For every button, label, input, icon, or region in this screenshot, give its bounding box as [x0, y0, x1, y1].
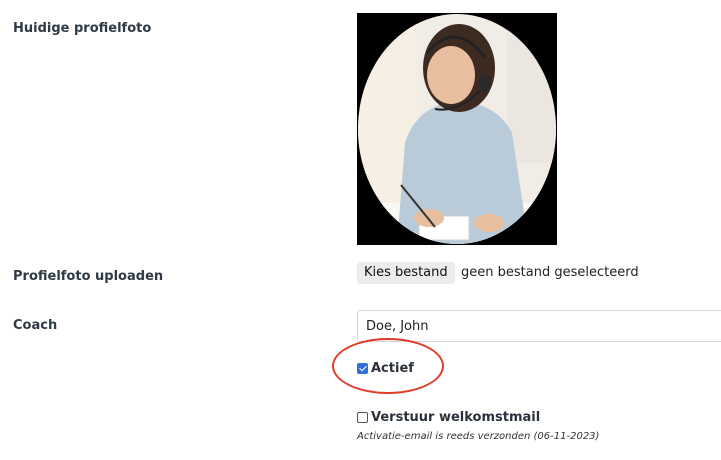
coach-label: Coach [13, 318, 58, 333]
person-headset-icon [358, 14, 556, 244]
file-status-text: geen bestand geselecteerd [461, 265, 639, 280]
activation-email-note: Activatie-email is reeds verzonden (06-1… [357, 431, 600, 442]
current-photo-label: Huidige profielfoto [13, 21, 152, 36]
upload-photo-label: Profielfoto uploaden [13, 269, 164, 284]
welcome-mail-checkbox-row[interactable]: Verstuur welkomstmail [357, 410, 540, 425]
welcome-mail-checkbox[interactable] [357, 412, 368, 423]
active-checkbox[interactable] [357, 363, 368, 374]
active-checkbox-label[interactable]: Actief [371, 361, 414, 376]
active-checkbox-row[interactable]: Actief [357, 361, 414, 376]
choose-file-button[interactable]: Kies bestand [357, 262, 455, 284]
profile-photo [357, 13, 557, 245]
coach-input[interactable] [357, 310, 721, 342]
welcome-mail-checkbox-label[interactable]: Verstuur welkomstmail [371, 410, 540, 425]
